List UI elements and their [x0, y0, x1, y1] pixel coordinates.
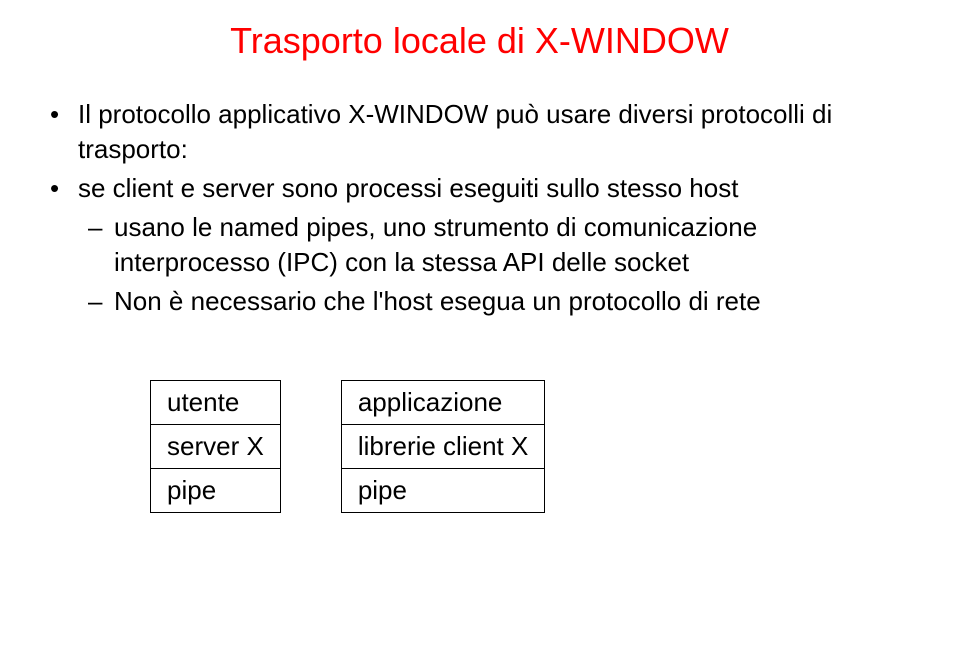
- tables-container: utente server X pipe applicazione librer…: [150, 380, 909, 513]
- table-cell: applicazione: [341, 380, 545, 424]
- table-cell: utente: [151, 380, 281, 424]
- table-row: pipe: [151, 468, 281, 512]
- left-table: utente server X pipe: [150, 380, 281, 513]
- content-area: • Il protocollo applicativo X-WINDOW può…: [50, 97, 909, 320]
- table-row: librerie client X: [341, 424, 545, 468]
- table-row: applicazione: [341, 380, 545, 424]
- sub-bullet-item: – Non è necessario che l'host esegua un …: [88, 284, 909, 319]
- bullet-marker: •: [50, 97, 78, 167]
- sub-bullet-item: – usano le named pipes, uno strumento di…: [88, 210, 909, 280]
- bullet-marker: •: [50, 171, 78, 206]
- sub-bullet-marker: –: [88, 210, 114, 280]
- table-row: pipe: [341, 468, 545, 512]
- sub-bullet-marker: –: [88, 284, 114, 319]
- table-cell: server X: [151, 424, 281, 468]
- table-cell: librerie client X: [341, 424, 545, 468]
- sub-bullet-text: Non è necessario che l'host esegua un pr…: [114, 284, 909, 319]
- bullet-text: Il protocollo applicativo X-WINDOW può u…: [78, 97, 909, 167]
- right-table: applicazione librerie client X pipe: [341, 380, 546, 513]
- table-cell: pipe: [151, 468, 281, 512]
- table-cell: pipe: [341, 468, 545, 512]
- sub-bullet-text: usano le named pipes, uno strumento di c…: [114, 210, 909, 280]
- slide-title: Trasporto locale di X-WINDOW: [50, 20, 909, 62]
- table-row: utente: [151, 380, 281, 424]
- table-row: server X: [151, 424, 281, 468]
- bullet-item: • Il protocollo applicativo X-WINDOW può…: [50, 97, 909, 167]
- bullet-item: • se client e server sono processi esegu…: [50, 171, 909, 206]
- bullet-text: se client e server sono processi eseguit…: [78, 171, 909, 206]
